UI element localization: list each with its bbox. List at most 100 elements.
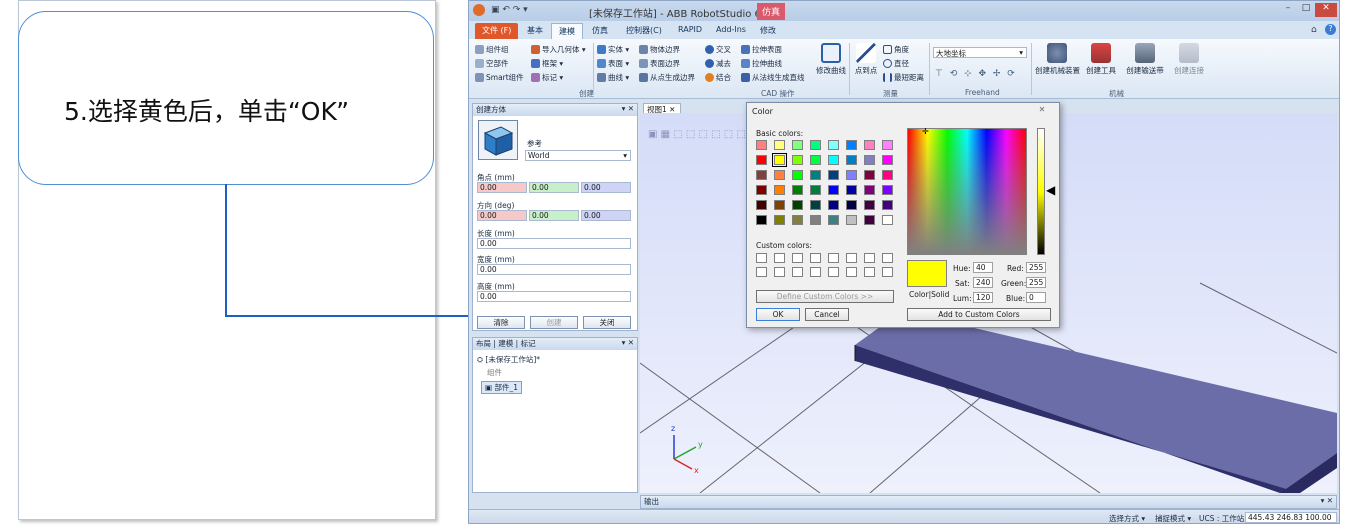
- union-button[interactable]: 结合: [705, 71, 731, 83]
- line-from-normal-button[interactable]: 从法线生成直线: [741, 71, 805, 83]
- blue-input[interactable]: 0: [1026, 292, 1046, 303]
- quick-access-icon[interactable]: ▣ ↶ ↷ ▾: [491, 5, 528, 15]
- create-connection-button[interactable]: 创建连接: [1169, 41, 1209, 85]
- color-swatch[interactable]: [864, 215, 875, 225]
- shortest-distance-button[interactable]: 最短距离: [883, 71, 924, 83]
- tag-button[interactable]: 标记 ▾: [531, 71, 563, 83]
- surface-border-button[interactable]: 表面边界: [639, 57, 680, 69]
- color-swatch[interactable]: [810, 140, 821, 150]
- color-swatch[interactable]: [774, 200, 785, 210]
- subtract-button[interactable]: 减去: [705, 57, 731, 69]
- custom-color-slot[interactable]: [882, 267, 893, 277]
- color-swatch[interactable]: [864, 170, 875, 180]
- orientation-x-input[interactable]: 0.00: [477, 210, 527, 221]
- color-swatch[interactable]: [810, 215, 821, 225]
- corner-y-input[interactable]: 0.00: [529, 182, 579, 193]
- length-input[interactable]: 0.00: [477, 238, 631, 249]
- color-swatch[interactable]: [864, 140, 875, 150]
- color-swatch[interactable]: [828, 215, 839, 225]
- tab-modify[interactable]: 修改: [753, 23, 783, 39]
- custom-color-slot[interactable]: [864, 253, 875, 263]
- color-swatch[interactable]: [864, 200, 875, 210]
- color-swatch[interactable]: [774, 170, 785, 180]
- create-tool-button[interactable]: 创建工具: [1081, 41, 1121, 85]
- color-swatch[interactable]: [846, 200, 857, 210]
- color-swatch[interactable]: [882, 200, 893, 210]
- clear-button[interactable]: 清除: [477, 316, 525, 329]
- sat-input[interactable]: 240: [973, 277, 993, 288]
- custom-color-slot[interactable]: [792, 253, 803, 263]
- custom-color-slot[interactable]: [846, 253, 857, 263]
- corner-z-input[interactable]: 0.00: [581, 182, 631, 193]
- red-input[interactable]: 255: [1026, 262, 1046, 273]
- height-input[interactable]: 0.00: [477, 291, 631, 302]
- color-swatch[interactable]: [828, 170, 839, 180]
- help-icon[interactable]: ?: [1325, 24, 1336, 35]
- selection-mode-dropdown[interactable]: 选择方式 ▾: [1109, 513, 1145, 523]
- color-swatch[interactable]: [882, 215, 893, 225]
- surface-button[interactable]: 表面 ▾: [597, 57, 629, 69]
- create-button[interactable]: 创建: [530, 316, 578, 329]
- width-input[interactable]: 0.00: [477, 264, 631, 275]
- create-conveyor-button[interactable]: 创建输送带: [1123, 41, 1167, 85]
- color-swatch[interactable]: [828, 200, 839, 210]
- tab-addins[interactable]: Add-Ins: [709, 23, 753, 39]
- output-tab[interactable]: 输出: [644, 497, 659, 506]
- color-swatch[interactable]: [864, 155, 875, 165]
- color-swatch[interactable]: [864, 185, 875, 195]
- reference-frame-dropdown[interactable]: 大地坐标 ▾: [933, 47, 1027, 58]
- color-swatch[interactable]: [882, 185, 893, 195]
- custom-color-slot[interactable]: [756, 267, 767, 277]
- color-swatch[interactable]: [774, 140, 785, 150]
- green-input[interactable]: 255: [1026, 277, 1046, 288]
- dialog-close-button[interactable]: ✕: [1031, 105, 1053, 116]
- color-swatch[interactable]: [810, 185, 821, 195]
- custom-color-slot[interactable]: [864, 267, 875, 277]
- custom-color-slot[interactable]: [792, 267, 803, 277]
- color-swatch[interactable]: [792, 215, 803, 225]
- close-button[interactable]: ✕: [1315, 3, 1337, 17]
- empty-part-button[interactable]: 空部件: [475, 57, 509, 69]
- color-swatch[interactable]: [774, 185, 785, 195]
- tab-file[interactable]: 文件 (F): [475, 23, 519, 39]
- hue-input[interactable]: 40: [973, 262, 993, 273]
- custom-color-slot[interactable]: [882, 253, 893, 263]
- color-swatch[interactable]: [756, 200, 767, 210]
- add-to-custom-colors-button[interactable]: Add to Custom Colors: [907, 308, 1051, 321]
- component-group-button[interactable]: 组件组: [475, 43, 509, 55]
- tab-simulation[interactable]: 仿真: [585, 23, 615, 39]
- color-swatch[interactable]: [846, 155, 857, 165]
- define-custom-colors-button[interactable]: Define Custom Colors >>: [756, 290, 894, 303]
- custom-color-slot[interactable]: [828, 267, 839, 277]
- create-mechanism-button[interactable]: 创建机械装置: [1035, 41, 1080, 85]
- tab-modeling-tree[interactable]: 建模: [498, 339, 513, 348]
- tab-rapid[interactable]: RAPID: [671, 23, 709, 39]
- custom-color-slot[interactable]: [810, 267, 821, 277]
- luminance-slider[interactable]: [1037, 128, 1045, 255]
- point-to-point-button[interactable]: 点到点: [851, 41, 881, 85]
- angle-button[interactable]: 角度: [883, 43, 909, 55]
- color-swatch[interactable]: [756, 140, 767, 150]
- import-geometry-button[interactable]: 导入几何体 ▾: [531, 43, 586, 55]
- color-swatch[interactable]: [792, 140, 803, 150]
- color-swatch[interactable]: [810, 170, 821, 180]
- custom-color-slot[interactable]: [774, 267, 785, 277]
- cancel-button[interactable]: Cancel: [805, 308, 849, 321]
- freehand-tools-icon[interactable]: ⊤ ⟲ ⊹ ✥ ✢ ⟳: [935, 69, 1017, 79]
- tab-modeling[interactable]: 建模: [551, 23, 583, 39]
- intersect-button[interactable]: 交叉: [705, 43, 731, 55]
- color-swatch[interactable]: [756, 215, 767, 225]
- color-swatch[interactable]: [828, 155, 839, 165]
- color-swatch[interactable]: [792, 185, 803, 195]
- tab-controller[interactable]: 控制器(C): [619, 23, 669, 39]
- ribbon-collapse-icon[interactable]: ⌂: [1311, 25, 1317, 35]
- custom-color-slot[interactable]: [828, 253, 839, 263]
- diameter-button[interactable]: 直径: [883, 57, 909, 69]
- color-swatch[interactable]: [810, 200, 821, 210]
- close-icon[interactable]: ▾ ✕: [622, 338, 634, 347]
- close-panel-button[interactable]: 关闭: [583, 316, 631, 329]
- tab-layout[interactable]: 布局: [476, 339, 491, 348]
- extrude-curve-button[interactable]: 拉伸曲线: [741, 57, 782, 69]
- color-swatch[interactable]: [772, 153, 787, 167]
- color-swatch[interactable]: [846, 170, 857, 180]
